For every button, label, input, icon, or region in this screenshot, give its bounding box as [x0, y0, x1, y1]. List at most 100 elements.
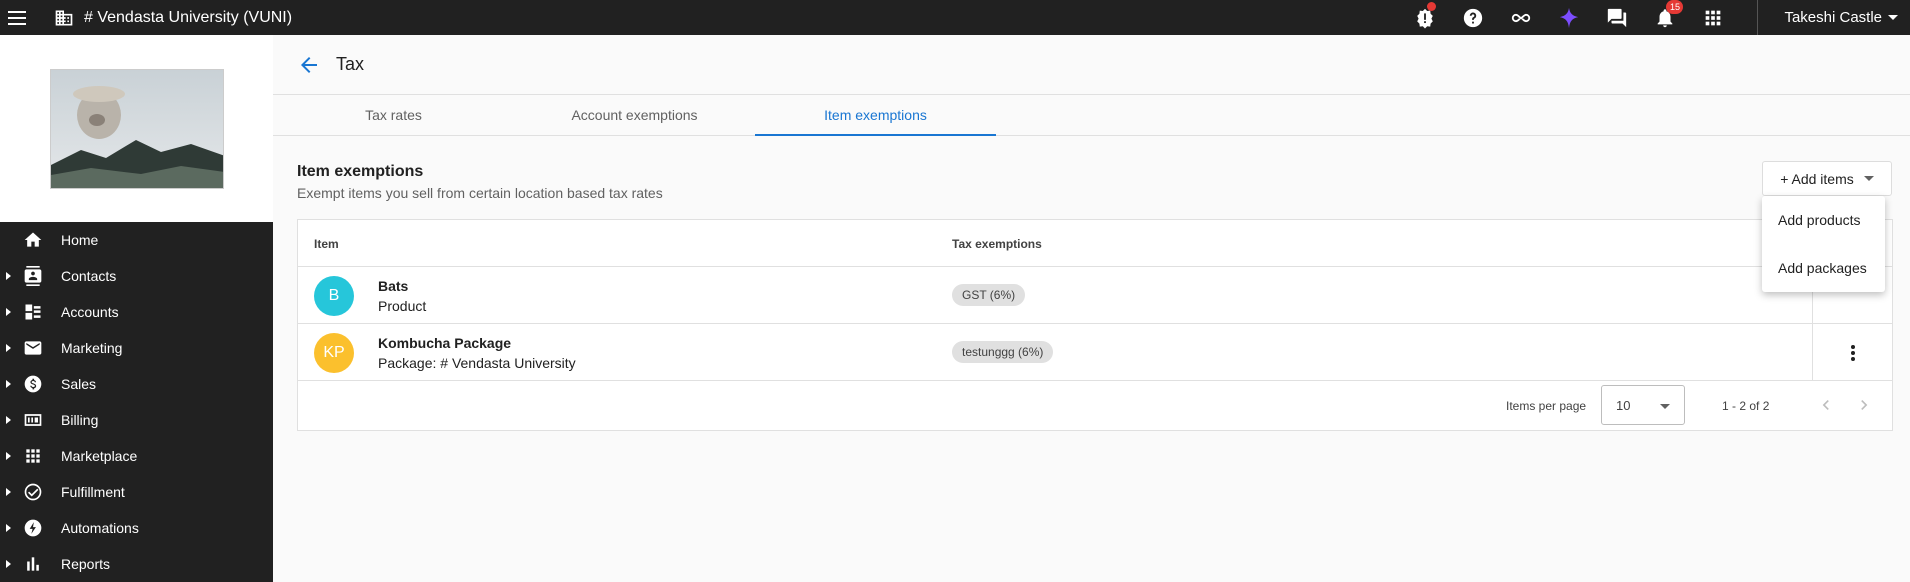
home-icon: [22, 229, 44, 251]
chevron-down-icon: [1888, 15, 1898, 20]
menu-item-add-packages[interactable]: Add packages: [1762, 244, 1885, 292]
item-type: Product: [378, 298, 427, 314]
chevron-down-icon: [1863, 176, 1874, 181]
expand-arrow-icon: [6, 416, 11, 424]
building-icon: [55, 10, 73, 25]
tab-item-exemptions[interactable]: Item exemptions: [755, 95, 996, 136]
sidebar-item-label: Marketplace: [61, 448, 138, 464]
sidebar-item-label: Marketing: [61, 340, 123, 356]
items-per-page-select[interactable]: 10: [1601, 385, 1685, 425]
sparkle-icon: [1560, 7, 1579, 28]
tab-tax-rates[interactable]: Tax rates: [273, 95, 514, 135]
sidebar-item-label: Automations: [61, 520, 139, 536]
sidebar-item-marketplace[interactable]: Marketplace: [0, 438, 273, 474]
previous-page-icon[interactable]: [1816, 395, 1836, 415]
menu-icon: [7, 10, 26, 25]
page-header: Tax: [273, 35, 1910, 95]
main-content: Tax Tax rates Account exemptions Item ex…: [273, 35, 1910, 582]
sidebar-item-label: Contacts: [61, 268, 117, 284]
apps-icon: [1706, 10, 1721, 25]
mail-icon: [22, 337, 44, 359]
add-items-button[interactable]: + Add items: [1762, 161, 1892, 196]
sidebar-item-label: Home: [61, 232, 99, 248]
bolt-icon: [22, 517, 44, 539]
back-arrow-icon[interactable]: [297, 53, 321, 77]
sidebar-item-home[interactable]: Home: [0, 222, 273, 258]
infinity-icon: [1512, 13, 1531, 22]
sidebar-item-contacts[interactable]: Contacts: [0, 258, 273, 294]
sidebar-item-label: Billing: [61, 412, 99, 428]
user-name: Takeshi Castle: [1784, 9, 1882, 26]
sidebar-item-reports[interactable]: Reports: [0, 546, 273, 582]
column-header-tax-exemptions[interactable]: Tax exemptions: [952, 237, 1042, 251]
menu-button[interactable]: [0, 0, 35, 35]
bar-chart-icon: [22, 553, 44, 575]
chat-button[interactable]: [1593, 0, 1641, 35]
ai-assistant-button[interactable]: [1545, 0, 1593, 35]
sidebar-item-label: Sales: [61, 376, 97, 392]
expand-arrow-icon: [6, 344, 11, 352]
dollar-icon: [22, 373, 44, 395]
section-title: Item exemptions: [297, 163, 424, 180]
contacts-icon: [22, 265, 44, 287]
sidebar-item-label: Fulfillment: [61, 484, 125, 500]
notification-count-badge: 15: [1666, 0, 1684, 14]
sidebar-item-automations[interactable]: Automations: [0, 510, 273, 546]
item-type: Package: # Vendasta University: [378, 355, 576, 371]
tax-exemption-chip: testunggg (6%): [952, 341, 1054, 363]
expand-arrow-icon: [6, 308, 11, 316]
grid-icon: [22, 445, 44, 467]
sidebar-item-fulfillment[interactable]: Fulfillment: [0, 474, 273, 510]
expand-arrow-icon: [6, 452, 11, 460]
account-title[interactable]: # Vendasta University (VUNI): [84, 9, 292, 27]
notifications-button[interactable]: 15: [1641, 0, 1689, 35]
expand-arrow-icon: [6, 488, 11, 496]
check-circle-icon: [22, 481, 44, 503]
apps-button[interactable]: [1689, 0, 1737, 35]
items-per-page-value: 10: [1616, 397, 1631, 413]
tab-bar: Tax rates Account exemptions Item exempt…: [273, 95, 1910, 136]
tax-exemption-chip: GST (6%): [952, 284, 1026, 306]
sidebar-item-billing[interactable]: Billing: [0, 402, 273, 438]
sidebar-item-label: Accounts: [61, 304, 119, 320]
page-range-label: 1 - 2 of 2: [1722, 399, 1770, 413]
infinity-button[interactable]: [1497, 0, 1545, 35]
expand-arrow-icon: [6, 524, 11, 532]
top-bar: # Vendasta University (VUNI) 15 Takeshi …: [0, 0, 1910, 35]
sidebar-item-marketing[interactable]: Marketing: [0, 330, 273, 366]
avatar: KP: [314, 333, 354, 373]
sidebar-item-accounts[interactable]: Accounts: [0, 294, 273, 330]
item-exemptions-table: Item Tax exemptions B Bats Product GST (…: [297, 219, 1893, 431]
alert-button[interactable]: [1401, 0, 1449, 35]
table-header: Item Tax exemptions: [298, 220, 1892, 267]
table-row[interactable]: B Bats Product GST (6%): [298, 267, 1892, 324]
add-items-menu: Add products Add packages: [1762, 196, 1885, 292]
accounts-icon: [22, 301, 44, 323]
more-vert-icon: [1850, 344, 1855, 361]
table-row[interactable]: KP Kombucha Package Package: # Vendasta …: [298, 324, 1892, 381]
brand-logo-image: [49, 68, 224, 189]
page-title: Tax: [336, 54, 365, 74]
brand-logo-area: [0, 35, 273, 222]
avatar: B: [314, 276, 354, 316]
menu-item-add-products[interactable]: Add products: [1762, 196, 1885, 244]
column-header-item[interactable]: Item: [314, 237, 339, 251]
sidebar-item-sales[interactable]: Sales: [0, 366, 273, 402]
user-menu[interactable]: Takeshi Castle: [1758, 0, 1910, 35]
chevron-down-icon: [1660, 404, 1670, 409]
next-page-icon[interactable]: [1854, 395, 1874, 415]
sidebar: Home Contacts Accounts Marketing Sales B…: [0, 35, 273, 582]
billing-icon: [22, 409, 44, 431]
item-name: Bats: [378, 278, 409, 294]
expand-arrow-icon: [6, 380, 11, 388]
tab-account-exemptions[interactable]: Account exemptions: [514, 95, 755, 135]
chat-icon: [1608, 8, 1627, 27]
section-subtitle: Exempt items you sell from certain locat…: [297, 185, 663, 201]
sidebar-item-label: Reports: [61, 556, 111, 572]
help-icon: [1464, 8, 1483, 27]
add-items-label: + Add items: [1780, 170, 1854, 187]
row-actions-button[interactable]: [1812, 324, 1892, 381]
help-button[interactable]: [1449, 0, 1497, 35]
item-name: Kombucha Package: [378, 335, 512, 351]
expand-arrow-icon: [6, 272, 11, 280]
